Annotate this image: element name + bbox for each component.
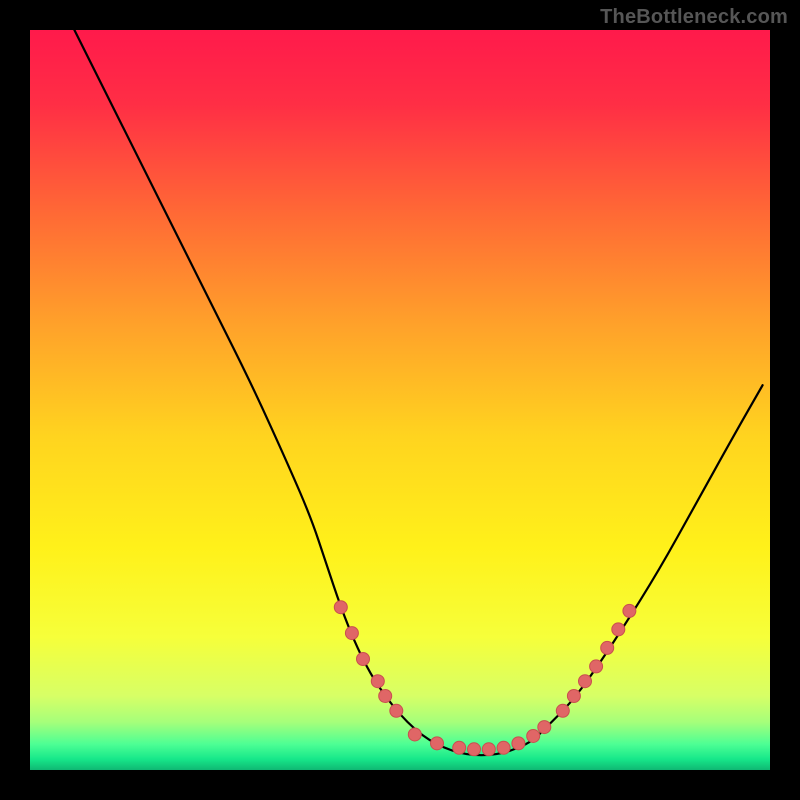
marker-dot <box>482 743 495 756</box>
marker-dot <box>357 653 370 666</box>
marker-dot <box>453 741 466 754</box>
marker-dot <box>371 675 384 688</box>
plot-area <box>30 30 770 770</box>
marker-dot <box>590 660 603 673</box>
marker-dot <box>497 741 510 754</box>
chart-stage: TheBottleneck.com <box>0 0 800 800</box>
marker-dot <box>379 690 392 703</box>
marker-dot <box>556 704 569 717</box>
marker-dot <box>612 623 625 636</box>
marker-dot <box>579 675 592 688</box>
marker-dot <box>468 743 481 756</box>
marker-dot <box>601 641 614 654</box>
marker-dot <box>512 737 525 750</box>
watermark-label: TheBottleneck.com <box>600 6 788 29</box>
marker-dot <box>334 601 347 614</box>
marker-dot <box>431 737 444 750</box>
bottleneck-chart <box>0 0 800 800</box>
marker-dot <box>345 627 358 640</box>
marker-dot <box>408 728 421 741</box>
marker-dot <box>623 604 636 617</box>
marker-dot <box>538 721 551 734</box>
marker-dot <box>567 690 580 703</box>
marker-dot <box>390 704 403 717</box>
marker-dot <box>527 729 540 742</box>
